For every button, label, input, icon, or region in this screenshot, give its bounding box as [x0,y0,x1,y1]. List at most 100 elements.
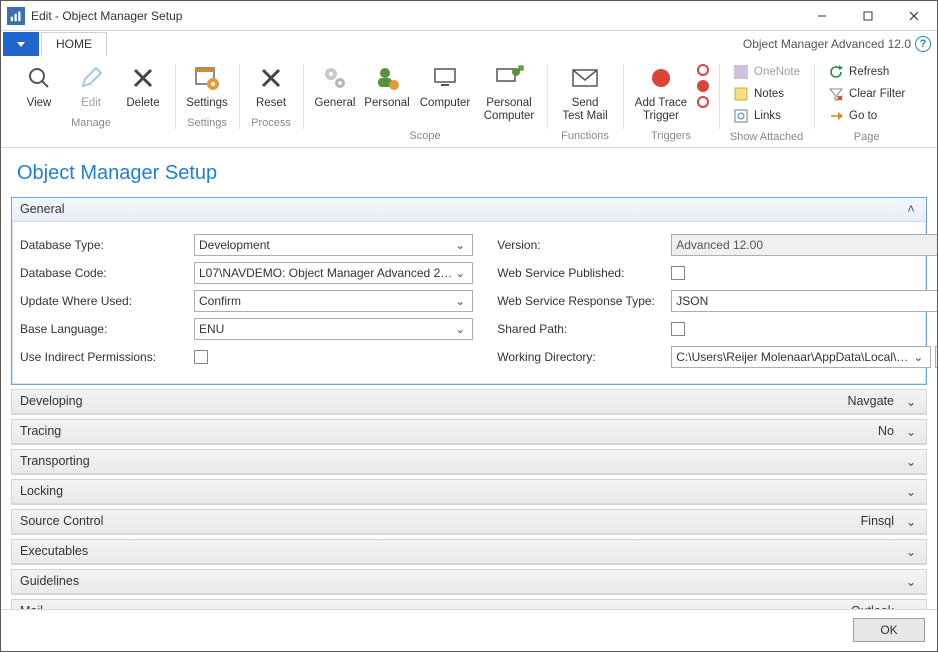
ribbon: View Edit Delete Manage Settings [1,56,937,148]
checkbox-web-published[interactable] [671,266,685,280]
settings-button[interactable]: Settings [181,60,233,114]
panel-general-header[interactable]: General ˄ [12,198,926,222]
footer: OK [1,609,937,651]
page-body: Object Manager Setup General ˄ Database … [1,148,937,609]
panel-summary-value: No [878,424,904,438]
add-trace-trigger-button[interactable]: Add Trace Trigger [629,60,693,127]
chevron-down-icon: ⌄ [452,266,468,280]
delete-button[interactable]: Delete [117,60,169,114]
clear-filter-button[interactable]: Clear Filter [824,84,909,104]
combo-base-language[interactable]: ENU⌄ [194,318,473,340]
panel-summary-value: Navgate [847,394,904,408]
panel-guidelines: Guidelines ⌄ [11,569,927,595]
ribbon-group-show-attached: OneNote Notes Links Show Attached [719,60,814,147]
notes-icon [733,86,749,102]
page-title: Object Manager Setup [17,162,927,185]
send-test-mail-button[interactable]: Send Test Mail [553,60,617,127]
panel-title: Tracing [20,424,61,438]
panel-general: General ˄ Database Type: Development⌄ Da… [11,197,927,385]
ok-button[interactable]: OK [853,618,925,642]
ribbon-group-page: Refresh Clear Filter Go to Page [814,60,919,147]
dot-ring-icon [697,64,709,76]
panel-header[interactable]: DevelopingNavgate⌄ [12,390,926,414]
dot-solid-icon [697,80,709,92]
ribbon-group-triggers: Add Trace Trigger Triggers [623,60,719,147]
browse-button[interactable]: … [935,346,937,368]
panel-locking: Locking⌄ [11,479,927,505]
dot-ring-icon [697,96,709,108]
ribbon-group-process: Reset Process [239,60,303,147]
chevron-down-icon: ⌄ [452,322,468,336]
chevron-down-icon: ⌄ [904,424,918,439]
app-window: Edit - Object Manager Setup HOME Object … [0,0,938,652]
magnifier-icon [23,62,55,94]
ribbon-group-functions: Send Test Mail Functions [547,60,623,147]
app-icon [7,7,25,25]
links-icon [733,108,749,124]
label-web-published: Web Service Published: [497,266,671,280]
chevron-down-icon: ⌄ [452,294,468,308]
window-title: Edit - Object Manager Setup [31,9,190,23]
label-database-code: Database Code: [20,266,194,280]
edit-button: Edit [65,60,117,114]
chevron-down-icon: ⌄ [904,544,918,559]
scope-personal-button[interactable]: Personal [361,60,413,114]
reset-button[interactable]: Reset [245,60,297,114]
file-menu-button[interactable] [3,32,39,56]
brand-label: Object Manager Advanced 12.0 [743,37,911,51]
user-gear-icon [371,62,403,94]
chevron-down-icon: ⌄ [904,574,918,589]
minimize-button[interactable] [799,1,845,31]
combo-working-dir[interactable]: C:\Users\Reijer Molenaar\AppData\Local\…… [671,346,931,368]
panel-header[interactable]: Executables⌄ [12,540,926,564]
maximize-button[interactable] [845,1,891,31]
panel-header[interactable]: Tracing No⌄ [12,420,926,444]
calendar-gear-icon [191,62,223,94]
chevron-up-icon: ˄ [904,202,918,216]
panel-title: Guidelines [20,574,79,588]
combo-database-code[interactable]: L07\NAVDEMO: Object Manager Advanced 2…⌄ [194,262,473,284]
panel-header[interactable]: Locking⌄ [12,480,926,504]
combo-web-response[interactable]: JSON⌄ [671,290,937,312]
label-version: Version: [497,238,671,252]
panel-source-control: Source ControlFinsql⌄ [11,509,927,535]
panel-title: Developing [20,394,83,408]
panel-header[interactable]: Transporting⌄ [12,450,926,474]
gears-icon [319,62,351,94]
envelope-icon [569,62,601,94]
chevron-down-icon: ⌄ [910,350,926,364]
checkbox-use-indirect[interactable] [194,350,208,364]
reset-x-icon [255,62,287,94]
computer-icon [429,62,461,94]
tab-home[interactable]: HOME [41,32,107,56]
label-base-language: Base Language: [20,322,194,336]
panel-header[interactable]: MailOutlook⌄ [12,600,926,609]
refresh-icon [828,64,844,80]
panel-header[interactable]: Guidelines ⌄ [12,570,926,594]
help-icon[interactable]: ? [915,36,931,52]
scope-general-button[interactable]: General [309,60,361,114]
text-version: Advanced 12.00 [671,234,937,256]
refresh-button[interactable]: Refresh [824,62,909,82]
scope-computer-button[interactable]: Computer [413,60,477,114]
ribbon-group-scope: General Personal Computer Personal Compu… [303,60,547,147]
chevron-down-icon: ⌄ [904,454,918,469]
go-to-button[interactable]: Go to [824,106,909,126]
combo-update-where-used[interactable]: Confirm⌄ [194,290,473,312]
panel-developing: DevelopingNavgate⌄ [11,389,927,415]
combo-database-type[interactable]: Development⌄ [194,234,473,256]
panel-executables: Executables⌄ [11,539,927,565]
notes-button[interactable]: Notes [729,84,804,104]
view-button[interactable]: View [13,60,65,114]
label-working-dir: Working Directory: [497,350,671,364]
chevron-down-icon: ⌄ [452,238,468,252]
checkbox-shared-path[interactable] [671,322,685,336]
record-icon [645,62,677,94]
titlebar: Edit - Object Manager Setup [1,1,937,31]
scope-personal-computer-button[interactable]: Personal Computer [477,60,541,127]
panel-header[interactable]: Source ControlFinsql⌄ [12,510,926,534]
close-button[interactable] [891,1,937,31]
panel-general-title: General [20,202,64,216]
clear-filter-icon [828,86,844,102]
links-button[interactable]: Links [729,106,804,126]
